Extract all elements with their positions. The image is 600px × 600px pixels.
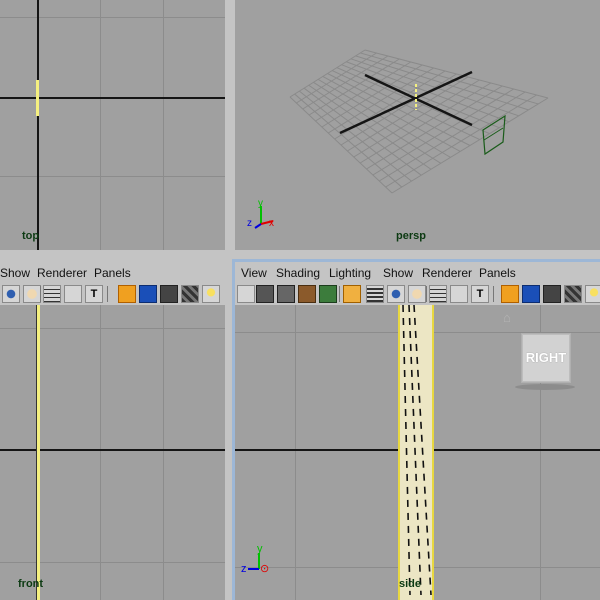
light-bulb-icon[interactable] bbox=[202, 285, 220, 303]
axis-gizmo: y z ⊙ bbox=[241, 543, 269, 575]
toolbar-separator bbox=[339, 286, 340, 302]
viewport-label-side: side bbox=[399, 578, 422, 590]
axis-line-z bbox=[339, 70, 473, 135]
shaded-cube-icon[interactable] bbox=[139, 285, 157, 303]
axis-gizmo: y x z bbox=[247, 198, 274, 229]
perspective-grid bbox=[289, 49, 549, 194]
light-sphere-icon[interactable] bbox=[408, 285, 426, 303]
grid-line bbox=[364, 49, 549, 99]
light-bulb-icon[interactable] bbox=[585, 285, 600, 303]
svg-text:y: y bbox=[258, 198, 263, 209]
image-plane-icon[interactable] bbox=[319, 285, 337, 303]
toolbar-separator bbox=[493, 286, 494, 302]
uv-icon[interactable] bbox=[64, 285, 82, 303]
axis-line-vertical bbox=[37, 0, 39, 250]
grid-view-icon[interactable] bbox=[343, 285, 361, 303]
front-menubar: Show Renderer Panels bbox=[0, 262, 225, 284]
menu-view[interactable]: View bbox=[241, 266, 267, 280]
side-menubar: View Shading Lighting Show Renderer Pane… bbox=[235, 262, 600, 284]
isolate-icon[interactable] bbox=[387, 285, 405, 303]
smooth-cube-icon[interactable] bbox=[564, 285, 582, 303]
menu-shading[interactable]: Shading bbox=[276, 266, 320, 280]
viewport-label-front: front bbox=[18, 578, 44, 590]
grid-line bbox=[0, 328, 225, 329]
side-toolbar: T bbox=[235, 283, 600, 305]
wireframe-cube-icon[interactable] bbox=[501, 285, 519, 303]
menu-panels[interactable]: Panels bbox=[479, 266, 516, 280]
persp-viewport[interactable]: y x z persp bbox=[235, 0, 600, 250]
svg-text:z: z bbox=[241, 563, 247, 575]
grid-line bbox=[0, 176, 225, 177]
shaded-cube-icon[interactable] bbox=[522, 285, 540, 303]
isolate-icon[interactable] bbox=[2, 285, 20, 303]
svg-text:z: z bbox=[247, 218, 252, 229]
grid-line bbox=[163, 0, 164, 250]
top-viewport[interactable]: top bbox=[0, 0, 225, 250]
textured-cube-icon[interactable] bbox=[543, 285, 561, 303]
grid-line bbox=[385, 94, 537, 188]
front-viewport[interactable]: front bbox=[0, 305, 225, 600]
svg-text:⊙: ⊙ bbox=[260, 563, 269, 575]
grid-line bbox=[391, 97, 549, 194]
selected-object-top[interactable] bbox=[36, 80, 39, 116]
axis-line-horizontal bbox=[0, 449, 225, 451]
wireframe-cube-icon[interactable] bbox=[118, 285, 136, 303]
menu-show[interactable]: Show bbox=[0, 266, 30, 280]
viewcube-label: RIGHT bbox=[525, 350, 567, 365]
grid-line bbox=[0, 17, 225, 18]
menu-panels[interactable]: Panels bbox=[94, 266, 131, 280]
home-icon[interactable]: ⌂ bbox=[503, 311, 517, 325]
toolbar-separator bbox=[426, 286, 427, 302]
smooth-cube-icon[interactable] bbox=[181, 285, 199, 303]
axis-line-horizontal bbox=[0, 97, 225, 99]
bookmark-icon[interactable] bbox=[298, 285, 316, 303]
viewport-label-top: top bbox=[22, 230, 40, 242]
grid-line bbox=[100, 0, 101, 250]
grid-line bbox=[366, 85, 503, 170]
viewcube-shadow bbox=[515, 384, 575, 390]
camera-attributes-icon[interactable] bbox=[277, 285, 295, 303]
menu-show[interactable]: Show bbox=[383, 266, 413, 280]
light-sphere-icon[interactable] bbox=[23, 285, 41, 303]
grid-line bbox=[163, 305, 164, 600]
toolbar-separator bbox=[107, 286, 108, 302]
selected-object-front[interactable] bbox=[36, 305, 40, 600]
grid-line bbox=[0, 562, 225, 563]
svg-text:y: y bbox=[257, 543, 263, 555]
grid-toggle-icon[interactable] bbox=[429, 285, 447, 303]
grid-toggle-icon[interactable] bbox=[43, 285, 61, 303]
textured-cube-icon[interactable] bbox=[160, 285, 178, 303]
front-toolbar: T bbox=[0, 283, 225, 305]
text-icon[interactable]: T bbox=[471, 285, 489, 303]
select-camera-icon[interactable] bbox=[237, 285, 255, 303]
toolbar-separator bbox=[40, 286, 41, 302]
film-gate-icon[interactable] bbox=[366, 285, 384, 303]
uv-icon[interactable] bbox=[450, 285, 468, 303]
text-icon[interactable]: T bbox=[85, 285, 103, 303]
viewport-label-persp: persp bbox=[396, 230, 426, 242]
viewcube[interactable]: RIGHT bbox=[521, 333, 571, 383]
camera-icon[interactable] bbox=[256, 285, 274, 303]
grid-line bbox=[100, 305, 101, 600]
side-viewport[interactable]: ⌂ RIGHT y z ⊙ side bbox=[235, 305, 600, 600]
menu-renderer[interactable]: Renderer bbox=[37, 266, 87, 280]
menu-renderer[interactable]: Renderer bbox=[422, 266, 472, 280]
menu-lighting[interactable]: Lighting bbox=[329, 266, 371, 280]
grid-line bbox=[359, 82, 492, 164]
svg-text:x: x bbox=[269, 218, 274, 229]
